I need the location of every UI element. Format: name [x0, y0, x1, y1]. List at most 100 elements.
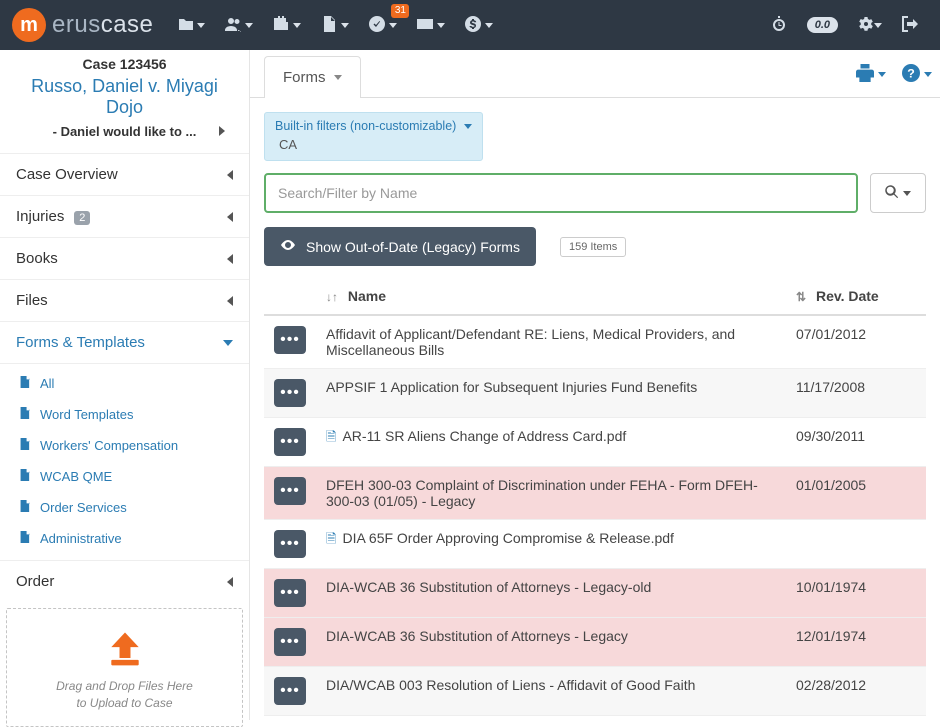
row-actions-button[interactable]: ••• — [274, 477, 306, 505]
row-actions-button[interactable]: ••• — [274, 379, 306, 407]
row-name-cell[interactable]: 🗎AR-11 SR Aliens Change of Address Card.… — [316, 418, 786, 467]
row-date: 11/17/2008 — [786, 369, 926, 418]
sidebar-item-files[interactable]: Files — [0, 279, 249, 321]
col-actions — [264, 278, 316, 315]
case-header: Case 123456 Russo, Daniel v. Miyagi Dojo… — [0, 50, 249, 153]
sidebar-item-label: Case Overview — [16, 166, 118, 183]
help-button[interactable] — [894, 52, 940, 97]
chevron-left-icon — [227, 254, 233, 264]
nav-billing[interactable] — [455, 0, 503, 50]
row-actions-button[interactable]: ••• — [274, 677, 306, 705]
row-actions-button[interactable]: ••• — [274, 628, 306, 656]
sort-icon: ↓↑ — [326, 290, 338, 304]
search-button[interactable] — [870, 173, 926, 213]
nav-contacts[interactable] — [215, 0, 263, 50]
forms-table: ↓↑ Name ⇅ Rev. Date ••• Affidavit of Appl… — [264, 278, 926, 716]
col-name-label: Name — [348, 288, 386, 304]
caret-icon — [334, 75, 342, 80]
sidebar-sub-item[interactable]: Administrative — [0, 523, 249, 554]
case-title[interactable]: Russo, Daniel v. Miyagi Dojo — [6, 72, 243, 120]
col-name[interactable]: ↓↑ Name — [316, 278, 786, 315]
chevron-right-icon — [219, 126, 225, 136]
nav-calendar[interactable] — [263, 0, 311, 50]
check-circle-icon — [369, 16, 385, 35]
row-date: 09/30/2011 — [786, 418, 926, 467]
row-name: DIA/WCAB 003 Resolution of Liens - Affid… — [326, 677, 695, 693]
file-icon — [18, 438, 40, 453]
dropzone-line1: Drag and Drop Files Here — [15, 678, 234, 695]
sidebar-sub-item[interactable]: WCAB QME — [0, 461, 249, 492]
col-revdate[interactable]: ⇅ Rev. Date — [786, 278, 926, 315]
builtin-filter-chip[interactable]: Built-in filters (non-customizable) CA — [264, 112, 483, 161]
tab-forms[interactable]: Forms — [264, 56, 361, 98]
mail-icon — [417, 16, 433, 35]
nav-folder[interactable] — [167, 0, 215, 50]
brand-logo[interactable]: m eruscase — [12, 8, 153, 42]
file-dropzone[interactable]: Drag and Drop Files Here to Upload to Ca… — [6, 608, 243, 727]
row-name-cell[interactable]: DIA-WCAB 36 Substitution of Attorneys - … — [316, 569, 786, 618]
brand-text: eruscase — [52, 11, 153, 39]
sidebar-sub-item[interactable]: Order Services — [0, 492, 249, 523]
sidebar-sub-item[interactable]: Workers' Compensation — [0, 430, 249, 461]
nav-mail[interactable] — [407, 0, 455, 50]
caret-icon — [924, 72, 932, 77]
case-subtitle-row[interactable]: - Daniel would like to ... — [6, 120, 243, 149]
row-name-cell[interactable]: DFEH 300-03 Complaint of Discrimination … — [316, 467, 786, 520]
row-date: 07/01/2012 — [786, 315, 926, 369]
nav-right-group: 0.0 — [761, 0, 928, 50]
sidebar-item-overview[interactable]: Case Overview — [0, 153, 249, 195]
sidebar-sub-item[interactable]: All — [0, 368, 249, 399]
row-name-cell[interactable]: Affidavit of Applicant/Defendant RE: Lie… — [316, 315, 786, 369]
injuries-count-badge: 2 — [74, 211, 90, 225]
logout-icon — [902, 16, 918, 35]
nav-logout[interactable] — [892, 0, 928, 50]
users-icon — [225, 16, 241, 35]
row-name-cell[interactable]: APPSIF 1 Application for Subsequent Inju… — [316, 369, 786, 418]
stopwatch-icon — [771, 16, 787, 35]
sidebar-sub-item[interactable]: Word Templates — [0, 399, 249, 430]
row-actions-button[interactable]: ••• — [274, 530, 306, 558]
row-name-cell[interactable]: 🗎DIA 65F Order Approving Compromise & Re… — [316, 520, 786, 569]
caret-icon — [197, 23, 205, 28]
nav-timer[interactable] — [761, 0, 797, 50]
nav-timer-value[interactable]: 0.0 — [797, 0, 848, 50]
timer-pill: 0.0 — [807, 17, 838, 33]
chevron-left-icon — [227, 296, 233, 306]
sidebar-item-label: Injuries — [16, 208, 64, 225]
nav-settings[interactable] — [848, 0, 892, 50]
sidebar-item-label: Books — [16, 250, 58, 267]
legacy-row: Show Out-of-Date (Legacy) Forms 159 Item… — [264, 227, 926, 266]
search-input[interactable] — [264, 173, 858, 213]
col-revdate-label: Rev. Date — [816, 288, 879, 304]
row-name-cell[interactable]: DIA-WCAB 36 Substitution of Attorneys - … — [316, 618, 786, 667]
sort-icon: ⇅ — [796, 290, 806, 304]
nav-tasks[interactable]: 31 — [359, 0, 407, 50]
top-navbar: m eruscase 31 — [0, 0, 940, 50]
row-actions-button[interactable]: ••• — [274, 326, 306, 354]
row-name: Affidavit of Applicant/Defendant RE: Lie… — [326, 326, 735, 358]
forms-table-body: ••• Affidavit of Applicant/Defendant RE: … — [264, 315, 926, 716]
print-icon — [856, 64, 874, 85]
brand-text-case: case — [101, 11, 154, 38]
row-actions-button[interactable]: ••• — [274, 579, 306, 607]
sidebar-sub-label: All — [40, 376, 54, 391]
brand-text-erus: erus — [52, 11, 101, 38]
sidebar-sub-label: Order Services — [40, 500, 127, 515]
row-actions-button[interactable]: ••• — [274, 428, 306, 456]
print-button[interactable] — [848, 52, 894, 97]
nav-documents[interactable] — [311, 0, 359, 50]
row-date: 10/01/1974 — [786, 569, 926, 618]
table-row: ••• DIA-WCAB 36 Substitution of Attorneys… — [264, 618, 926, 667]
table-row: ••• Affidavit of Applicant/Defendant RE: … — [264, 315, 926, 369]
show-legacy-button[interactable]: Show Out-of-Date (Legacy) Forms — [264, 227, 536, 266]
case-subtitle: - Daniel would like to ... — [53, 124, 197, 139]
row-name-cell[interactable]: DIA/WCAB 003 Resolution of Liens - Affid… — [316, 667, 786, 716]
sidebar-sub-label: WCAB QME — [40, 469, 112, 484]
file-icon — [18, 469, 40, 484]
sidebar-item-order[interactable]: Order — [0, 560, 249, 602]
brand-badge: m — [12, 8, 46, 42]
sidebar-item-injuries[interactable]: Injuries 2 — [0, 195, 249, 237]
sidebar-item-books[interactable]: Books — [0, 237, 249, 279]
sidebar-item-forms[interactable]: Forms & Templates — [0, 321, 249, 363]
tab-bar: Forms — [250, 50, 940, 98]
